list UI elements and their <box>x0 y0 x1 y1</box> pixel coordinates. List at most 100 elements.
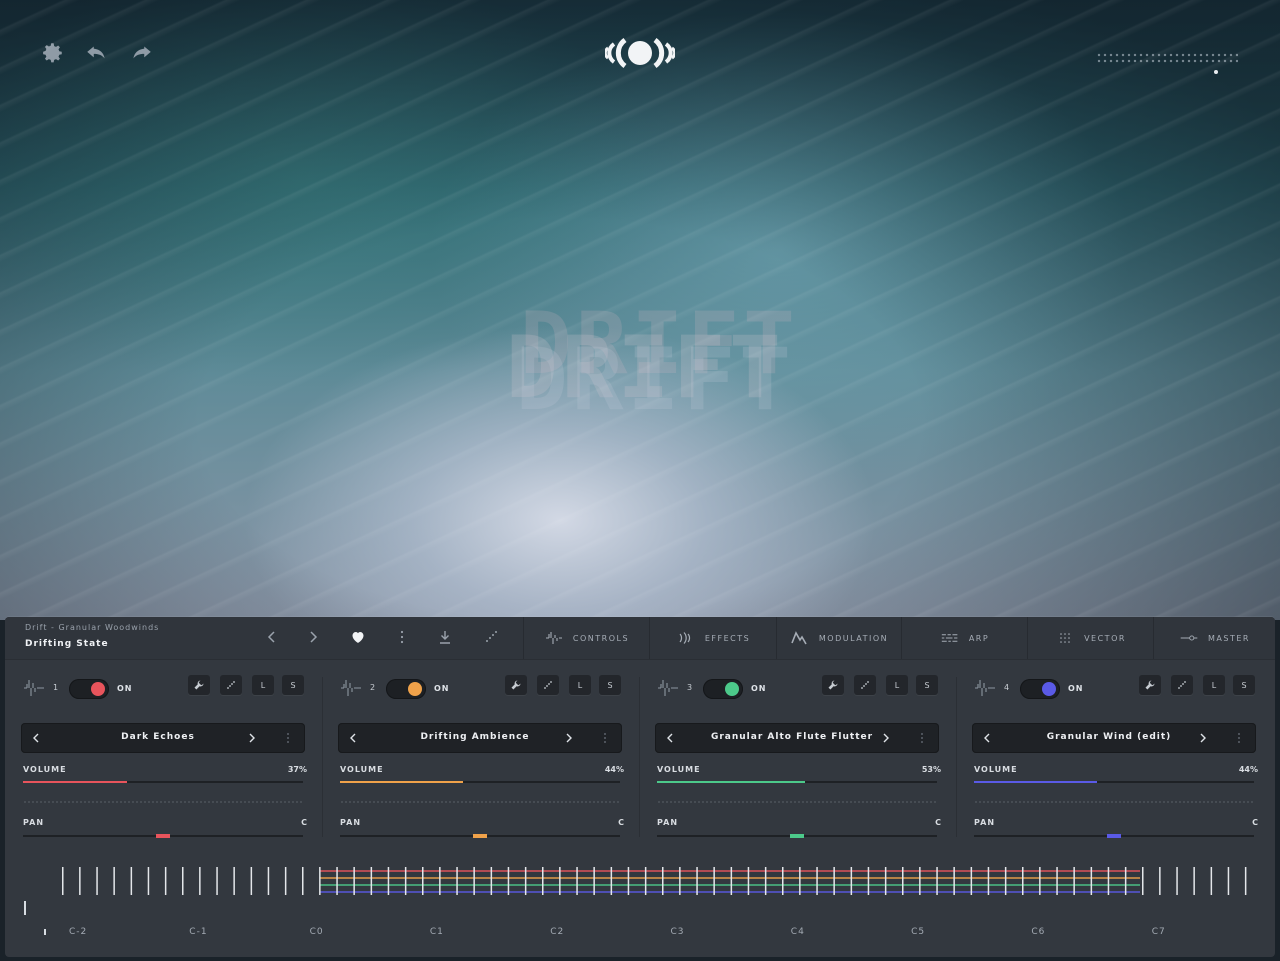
tab-modulation[interactable]: MODULATION <box>776 617 902 659</box>
piano-key[interactable] <box>970 867 973 895</box>
piano-key[interactable] <box>1159 867 1161 895</box>
pitch-wheel-indicator[interactable] <box>24 901 26 915</box>
piano-key[interactable] <box>1039 867 1041 895</box>
piano-key[interactable] <box>524 867 527 895</box>
piano-key[interactable] <box>507 867 510 895</box>
randomize-layer-button[interactable] <box>1171 675 1193 695</box>
piano-key[interactable] <box>816 867 818 895</box>
piano-key[interactable] <box>747 867 750 895</box>
tab-master[interactable]: MASTER <box>1153 617 1276 659</box>
piano-key[interactable] <box>713 867 715 895</box>
layer-lock-button[interactable]: L <box>886 675 908 695</box>
piano-key[interactable] <box>987 867 990 895</box>
piano-key[interactable] <box>782 867 784 895</box>
layer-solo-button[interactable]: S <box>282 675 304 695</box>
more-options-icon[interactable] <box>283 731 293 745</box>
piano-key[interactable] <box>456 867 458 895</box>
piano-key[interactable] <box>696 867 698 895</box>
piano-key[interactable] <box>216 867 218 895</box>
piano-key[interactable] <box>679 867 681 895</box>
edit-wrench-button[interactable] <box>505 675 527 695</box>
tab-arp[interactable]: ARP <box>901 617 1028 659</box>
piano-key[interactable] <box>559 867 561 895</box>
sound-selector[interactable]: Dark Echoes <box>21 723 305 753</box>
piano-key[interactable] <box>164 867 167 895</box>
piano-key[interactable] <box>902 867 904 895</box>
piano-key[interactable] <box>62 867 64 895</box>
piano-key[interactable] <box>1073 867 1075 895</box>
layer-lock-button[interactable]: L <box>569 675 591 695</box>
piano-key[interactable] <box>422 867 424 895</box>
layer-power-toggle[interactable] <box>69 679 109 699</box>
piano-key[interactable] <box>919 867 921 895</box>
piano-key[interactable] <box>250 867 253 895</box>
piano-key[interactable] <box>644 867 647 895</box>
piano-key[interactable] <box>833 867 835 895</box>
piano-key[interactable] <box>353 867 355 895</box>
edit-wrench-button[interactable] <box>822 675 844 695</box>
redo-icon[interactable] <box>128 40 154 66</box>
piano-key[interactable] <box>319 867 321 895</box>
pan-slider[interactable] <box>23 834 303 838</box>
piano-key[interactable] <box>473 867 475 895</box>
piano-key[interactable] <box>867 867 870 895</box>
piano-key[interactable] <box>1090 867 1093 895</box>
piano-key[interactable] <box>730 867 733 895</box>
piano-key[interactable] <box>542 867 544 895</box>
prev-sound-icon[interactable] <box>29 731 43 745</box>
keyboard[interactable] <box>20 867 1265 912</box>
piano-key[interactable] <box>576 867 578 895</box>
next-sound-icon[interactable] <box>1196 731 1210 745</box>
layer-solo-button[interactable]: S <box>599 675 621 695</box>
download-icon[interactable] <box>435 627 455 647</box>
piano-key[interactable] <box>1244 867 1247 895</box>
piano-key[interactable] <box>182 867 184 895</box>
piano-key[interactable] <box>662 867 664 895</box>
piano-key[interactable] <box>199 867 201 895</box>
piano-key[interactable] <box>1056 867 1058 895</box>
sound-name[interactable]: Dark Echoes <box>51 732 265 742</box>
more-options-icon[interactable] <box>1234 731 1244 745</box>
piano-key[interactable] <box>1124 867 1127 895</box>
piano-key[interactable] <box>387 867 390 895</box>
volume-slider[interactable] <box>23 781 303 783</box>
layer-solo-button[interactable]: S <box>916 675 938 695</box>
piano-key[interactable] <box>1193 867 1195 895</box>
next-sound-icon[interactable] <box>245 731 259 745</box>
preset-name[interactable]: Drifting State <box>25 639 109 649</box>
piano-key[interactable] <box>79 867 81 895</box>
piano-key[interactable] <box>1210 867 1213 895</box>
piano-key[interactable] <box>593 867 595 895</box>
layer-power-toggle[interactable] <box>703 679 743 699</box>
layer-power-toggle[interactable] <box>386 679 426 699</box>
volume-slider[interactable] <box>340 781 620 783</box>
prev-preset-icon[interactable] <box>262 627 282 647</box>
tab-controls[interactable]: CONTROLS <box>523 617 650 659</box>
piano-key[interactable] <box>370 867 373 895</box>
piano-key[interactable] <box>799 867 801 895</box>
tab-vector[interactable]: VECTOR <box>1027 617 1154 659</box>
sound-selector[interactable]: Drifting Ambience <box>338 723 622 753</box>
piano-key[interactable] <box>953 867 955 895</box>
piano-key[interactable] <box>96 867 98 895</box>
more-options-icon[interactable] <box>392 627 412 647</box>
piano-key[interactable] <box>147 867 150 895</box>
piano-key[interactable] <box>1176 867 1178 895</box>
randomize-layer-button[interactable] <box>537 675 559 695</box>
sound-name[interactable]: Granular Wind (edit) <box>1002 732 1216 742</box>
prev-sound-icon[interactable] <box>980 731 994 745</box>
favorite-heart-icon[interactable] <box>348 627 368 647</box>
sound-selector[interactable]: Granular Wind (edit) <box>972 723 1256 753</box>
layer-power-toggle[interactable] <box>1020 679 1060 699</box>
more-options-icon[interactable] <box>600 731 610 745</box>
layer-lock-button[interactable]: L <box>1203 675 1225 695</box>
mod-wheel-indicator[interactable] <box>44 929 46 935</box>
prev-sound-icon[interactable] <box>346 731 360 745</box>
volume-slider[interactable] <box>974 781 1254 783</box>
piano-key[interactable] <box>233 867 235 895</box>
piano-key[interactable] <box>1022 867 1024 895</box>
more-options-icon[interactable] <box>917 731 927 745</box>
piano-key[interactable] <box>267 867 270 895</box>
piano-key[interactable] <box>1107 867 1110 895</box>
piano-key[interactable] <box>884 867 887 895</box>
